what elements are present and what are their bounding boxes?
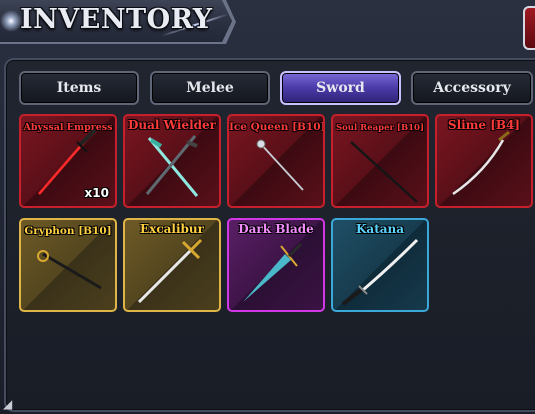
window-title: INVENTORY	[20, 4, 213, 35]
item-count: x10	[84, 186, 109, 200]
tab-label: Sword	[316, 80, 365, 96]
tab-label: Accessory	[433, 80, 511, 96]
inventory-item[interactable]: Ice Queen [B10]	[227, 114, 325, 208]
sword-icon	[350, 141, 418, 203]
inventory-item[interactable]: Dark Blade	[227, 218, 325, 312]
inventory-item[interactable]: Abyssal Empress x10	[19, 114, 117, 208]
tab-accessory[interactable]: Accessory	[411, 71, 533, 105]
inventory-item[interactable]: Dual Wielder	[123, 114, 221, 208]
inventory-item[interactable]: Soul Reaper [B10]	[331, 114, 429, 208]
tab-items[interactable]: Items	[19, 71, 139, 105]
dual-swords-icon	[145, 135, 199, 197]
sword-icon	[243, 242, 303, 302]
inventory-item[interactable]: Excalibur	[123, 218, 221, 312]
sword-icon	[37, 250, 102, 290]
katana-icon	[452, 130, 510, 196]
resize-corner-icon[interactable]: ◢	[3, 398, 15, 410]
inventory-item[interactable]: Slime [B4]	[435, 114, 533, 208]
sparkle-icon	[0, 10, 22, 32]
tab-label: Items	[56, 80, 102, 96]
inventory-item[interactable]: Gryphon [B10]	[19, 218, 117, 312]
tab-melee[interactable]: Melee	[150, 71, 270, 105]
inventory-item[interactable]: Katana	[331, 218, 429, 312]
sword-icon	[137, 238, 203, 304]
tab-sword[interactable]: Sword	[280, 71, 401, 105]
close-button[interactable]	[523, 6, 535, 50]
tab-label: Melee	[186, 80, 234, 96]
katana-icon	[341, 238, 419, 306]
sword-icon	[256, 139, 304, 191]
